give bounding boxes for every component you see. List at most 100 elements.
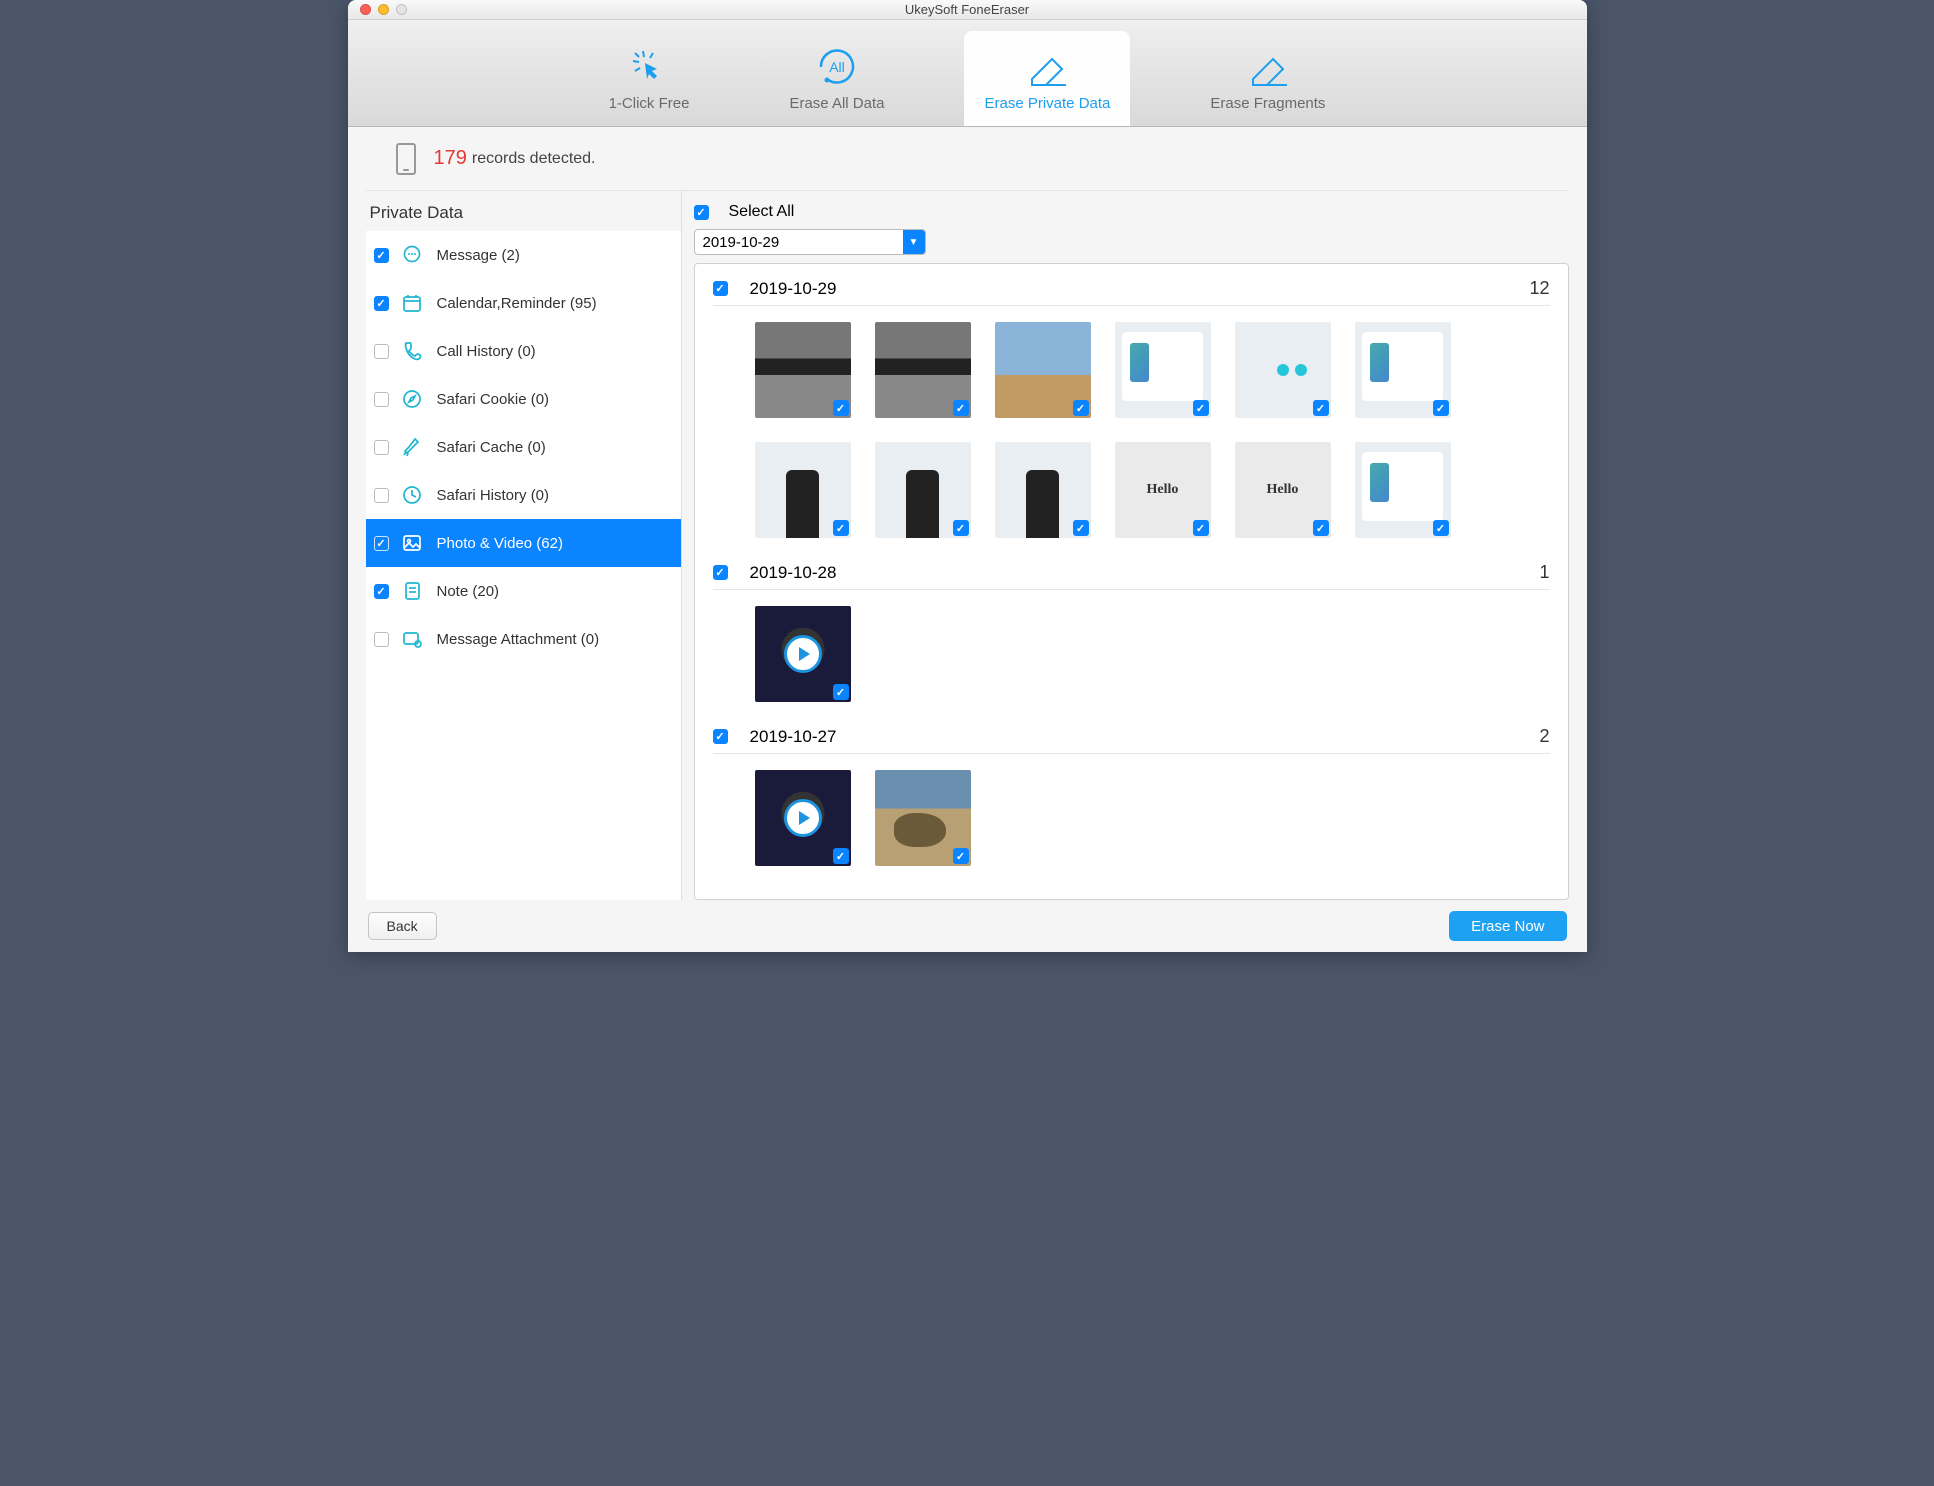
thumbnail[interactable]: ✓: [1235, 322, 1331, 418]
clock-icon: [401, 484, 423, 506]
thumbnail[interactable]: ✓: [755, 442, 851, 538]
broom-icon: [401, 436, 423, 458]
dropdown-value: 2019-10-29: [695, 234, 903, 251]
records-text: records detected.: [472, 150, 596, 168]
sidebar-item-label: Note (20): [437, 583, 673, 600]
thumbnail-checkbox[interactable]: ✓: [1073, 400, 1089, 416]
thumbnail[interactable]: ✓: [875, 770, 971, 866]
checkbox[interactable]: [374, 488, 389, 503]
checkbox[interactable]: [374, 344, 389, 359]
checkbox[interactable]: [374, 296, 389, 311]
compass-icon: [401, 388, 423, 410]
group-header: 2019-10-272: [713, 726, 1550, 754]
group-checkbox[interactable]: [713, 281, 728, 296]
content-pane: Select All 2019-10-29 ▼ 2019-10-2912✓✓✓✓…: [682, 191, 1569, 900]
tab-label: Erase Fragments: [1210, 95, 1325, 112]
maximize-icon: [396, 4, 407, 15]
erase-private-icon: [1022, 43, 1072, 91]
group-header: 2019-10-2912: [713, 278, 1550, 306]
tab-label: 1-Click Free: [609, 95, 690, 112]
thumbnail-checkbox[interactable]: ✓: [953, 400, 969, 416]
tab-erase-private-data[interactable]: Erase Private Data: [964, 31, 1130, 126]
window-title: UkeySoft FoneEraser: [348, 2, 1587, 17]
sidebar-item[interactable]: Call History (0): [366, 327, 681, 375]
thumbnail-checkbox[interactable]: ✓: [1193, 400, 1209, 416]
footer: Back Erase Now: [348, 900, 1587, 952]
group-count: 12: [1529, 278, 1549, 299]
attachment-icon: [401, 628, 423, 650]
checkbox[interactable]: [374, 584, 389, 599]
group-date: 2019-10-27: [750, 727, 837, 747]
erase-now-button[interactable]: Erase Now: [1449, 911, 1566, 941]
thumbnail[interactable]: ✓: [995, 322, 1091, 418]
sidebar: Private Data Message (2)Calendar,Reminde…: [366, 191, 682, 900]
checkbox[interactable]: [374, 248, 389, 263]
tab-label: Erase Private Data: [984, 95, 1110, 112]
chevron-down-icon: ▼: [903, 230, 925, 254]
thumbnail-checkbox[interactable]: ✓: [833, 520, 849, 536]
tab-1-click-free[interactable]: 1-Click Free: [589, 31, 710, 126]
sidebar-item[interactable]: Safari History (0): [366, 471, 681, 519]
tab-erase-fragments[interactable]: Erase Fragments: [1190, 31, 1345, 126]
calendar-icon: [401, 292, 423, 314]
thumbnail[interactable]: ✓: [1355, 322, 1451, 418]
group-checkbox[interactable]: [713, 565, 728, 580]
thumbnail[interactable]: ✓: [1115, 322, 1211, 418]
select-all-checkbox[interactable]: [694, 205, 709, 220]
thumbnail[interactable]: ✓: [755, 606, 851, 702]
sidebar-item-label: Safari Cache (0): [437, 439, 673, 456]
erase-all-icon: All: [815, 43, 859, 91]
checkbox[interactable]: [374, 632, 389, 647]
sidebar-item[interactable]: Photo & Video (62): [366, 519, 681, 567]
thumbnail-checkbox[interactable]: ✓: [1313, 400, 1329, 416]
sidebar-item[interactable]: Safari Cache (0): [366, 423, 681, 471]
group-checkbox[interactable]: [713, 729, 728, 744]
date-group: 2019-10-281✓: [713, 562, 1550, 702]
thumbnail[interactable]: Hello✓: [1235, 442, 1331, 538]
thumbnail-checkbox[interactable]: ✓: [833, 400, 849, 416]
thumbnail[interactable]: ✓: [755, 770, 851, 866]
thumbnail-checkbox[interactable]: ✓: [953, 520, 969, 536]
tab-erase-all-data[interactable]: All Erase All Data: [769, 31, 904, 126]
tab-label: Erase All Data: [789, 95, 884, 112]
thumbnail-checkbox[interactable]: ✓: [833, 848, 849, 864]
thumbnail-checkbox[interactable]: ✓: [953, 848, 969, 864]
sidebar-item[interactable]: Calendar,Reminder (95): [366, 279, 681, 327]
checkbox[interactable]: [374, 392, 389, 407]
minimize-icon[interactable]: [378, 4, 389, 15]
sidebar-item-label: Message (2): [437, 247, 673, 264]
thumbnail-checkbox[interactable]: ✓: [1193, 520, 1209, 536]
checkbox[interactable]: [374, 536, 389, 551]
thumbnail[interactable]: ✓: [1355, 442, 1451, 538]
date-group: 2019-10-272 ✓ ✓: [713, 726, 1550, 866]
records-bar: 179 records detected.: [366, 127, 1569, 191]
phone-icon: [401, 340, 423, 362]
sidebar-item[interactable]: Safari Cookie (0): [366, 375, 681, 423]
thumbnail-checkbox[interactable]: ✓: [1073, 520, 1089, 536]
thumbnail-checkbox[interactable]: ✓: [1433, 400, 1449, 416]
date-group: 2019-10-2912✓✓✓✓✓✓✓✓✓Hello✓Hello✓✓: [713, 278, 1550, 538]
select-all-label: Select All: [729, 203, 795, 221]
thumbnail-scroll-area[interactable]: 2019-10-2912✓✓✓✓✓✓✓✓✓Hello✓Hello✓✓2019-1…: [694, 263, 1569, 900]
sidebar-item[interactable]: Message (2): [366, 231, 681, 279]
back-button[interactable]: Back: [368, 912, 437, 940]
thumbnail-checkbox[interactable]: ✓: [1313, 520, 1329, 536]
thumbnail-checkbox[interactable]: ✓: [1433, 520, 1449, 536]
thumbnail-grid: ✓: [713, 590, 1550, 702]
sidebar-item[interactable]: Note (20): [366, 567, 681, 615]
thumbnail-checkbox[interactable]: ✓: [833, 684, 849, 700]
thumbnail[interactable]: ✓: [875, 442, 971, 538]
checkbox[interactable]: [374, 440, 389, 455]
thumbnail[interactable]: ✓: [875, 322, 971, 418]
sidebar-item[interactable]: Message Attachment (0): [366, 615, 681, 663]
thumbnail[interactable]: ✓: [755, 322, 851, 418]
play-icon: [784, 635, 822, 673]
thumbnail[interactable]: ✓: [995, 442, 1091, 538]
main-toolbar: 1-Click Free All Erase All Data Erase Pr…: [348, 20, 1587, 127]
sidebar-item-label: Call History (0): [437, 343, 673, 360]
titlebar: UkeySoft FoneEraser: [348, 0, 1587, 20]
date-dropdown[interactable]: 2019-10-29 ▼: [694, 229, 926, 255]
close-icon[interactable]: [360, 4, 371, 15]
app-window: UkeySoft FoneEraser 1-Click Free All Era…: [348, 0, 1587, 952]
thumbnail[interactable]: Hello✓: [1115, 442, 1211, 538]
